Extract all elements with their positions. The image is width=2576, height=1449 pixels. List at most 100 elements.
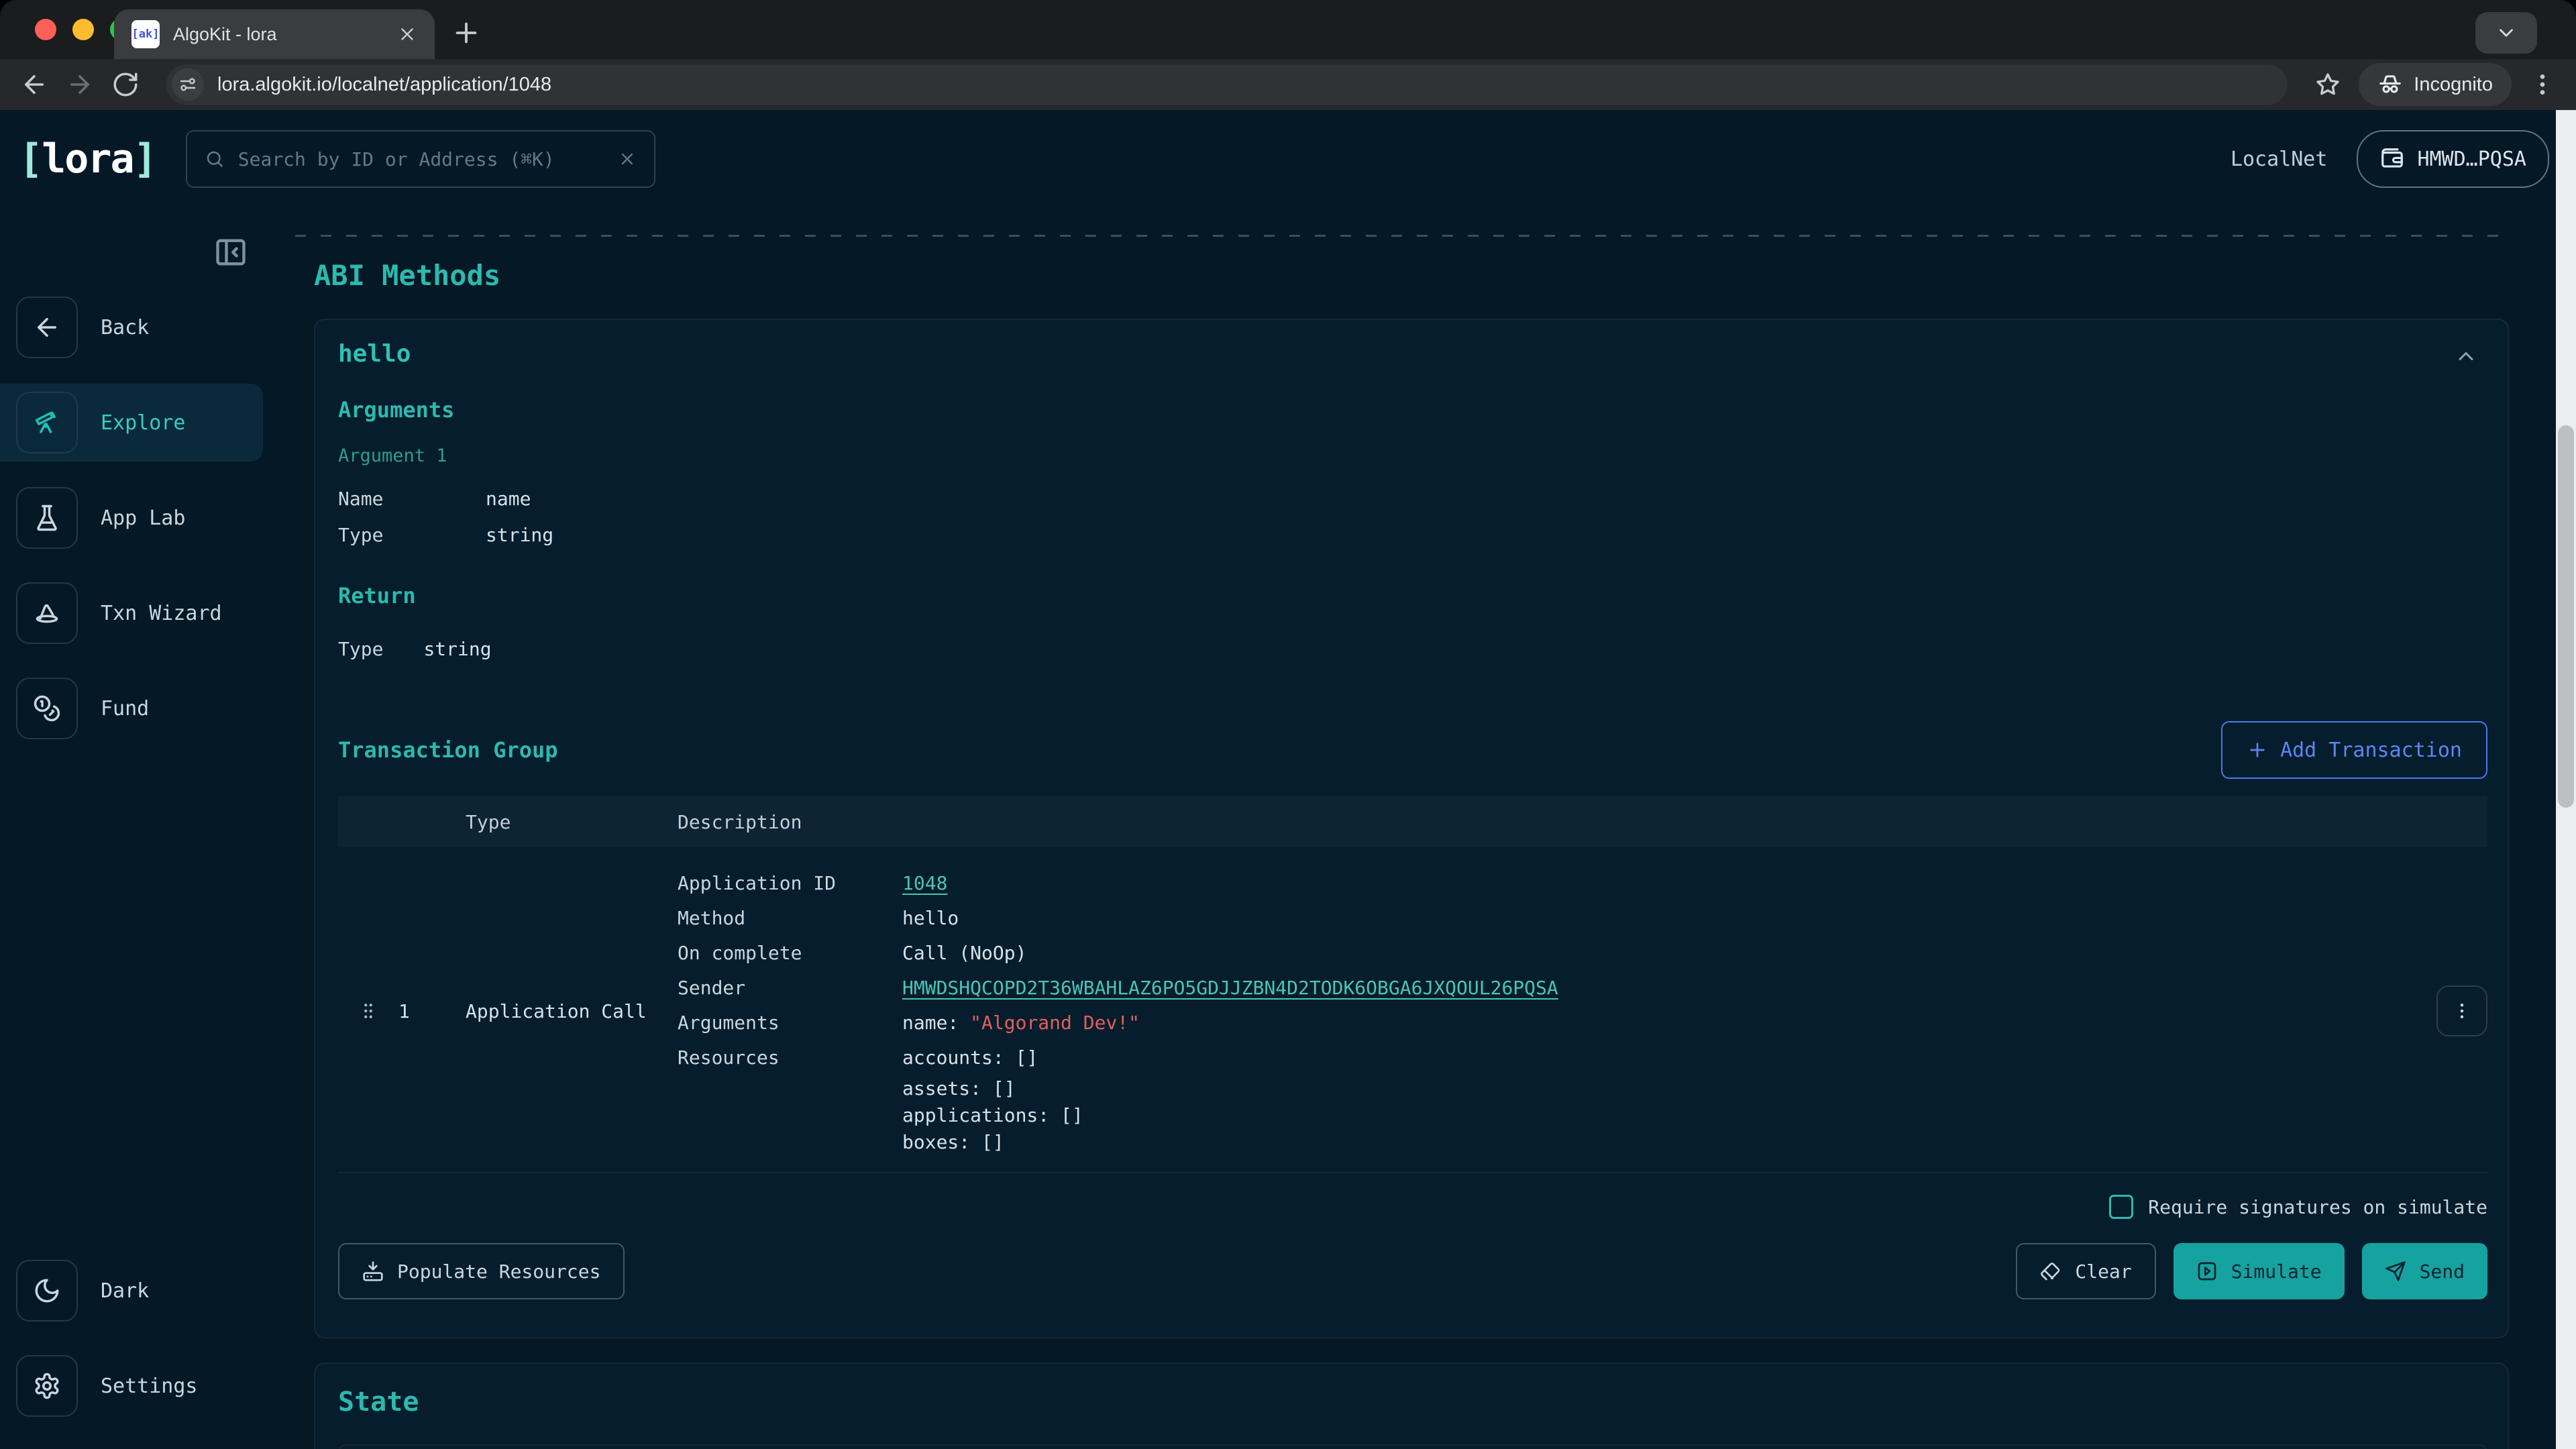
field-label: Resources (678, 1040, 902, 1075)
app-lab-icon-box (16, 487, 78, 549)
logo-text: lora (42, 136, 133, 182)
sidebar-item-fund[interactable]: Fund (0, 669, 263, 747)
clear-label: Clear (2075, 1260, 2131, 1283)
new-tab-button[interactable] (451, 17, 482, 48)
abi-method-card: hello Arguments Argument 1 Name name Typ… (314, 319, 2509, 1338)
telescope-icon (33, 409, 61, 437)
row-value: string (486, 517, 2487, 553)
field-label: Sender (678, 971, 902, 1006)
search-input[interactable] (237, 148, 606, 171)
tab-title: AlgoKit - lora (173, 24, 384, 45)
page-scrollbar[interactable] (2556, 110, 2576, 1449)
tab-global[interactable]: Global (339, 1446, 442, 1449)
network-label: LocalNet (2231, 148, 2328, 171)
site-settings-button[interactable] (172, 68, 204, 101)
method-value: hello (902, 901, 2407, 936)
collapse-sidebar-button[interactable] (213, 235, 248, 270)
incognito-icon (2377, 72, 2403, 97)
state-heading: State (338, 1387, 2487, 1417)
sidebar-item-explore[interactable]: Explore (0, 384, 263, 462)
type-column-header: Type (466, 811, 678, 833)
send-label: Send (2420, 1260, 2465, 1283)
sidebar-item-label: Fund (101, 697, 149, 720)
require-signatures-checkbox[interactable] (2109, 1195, 2133, 1219)
clear-button[interactable]: Clear (2016, 1243, 2155, 1299)
drag-handle-icon[interactable] (358, 1001, 378, 1021)
flask-icon (33, 504, 61, 532)
sidebar-item-theme-toggle[interactable]: Dark (0, 1252, 263, 1330)
address-bar[interactable]: lora.algokit.io/localnet/application/104… (166, 64, 2288, 105)
simulate-button[interactable]: Simulate (2174, 1243, 2345, 1299)
app-header: [lora] LocalNet HMWD…PQSA (0, 110, 2576, 208)
transaction-description: Application ID1048 Methodhello On comple… (678, 866, 2407, 1156)
wallet-icon (2379, 146, 2405, 172)
browser-menu-button[interactable] (2529, 71, 2556, 98)
sender-address-link[interactable]: HMWDSHQCOPD2T36WBAHLAZ6PO5GDJJZBN4D2TODK… (902, 977, 1558, 999)
browser-tab[interactable]: [ak] AlgoKit - lora (114, 9, 435, 59)
sidebar-item-txn-wizard[interactable]: Txn Wizard (0, 574, 263, 652)
tab-search-button[interactable] (2475, 12, 2537, 54)
argument-string-value: "Algorand Dev!" (970, 1012, 1140, 1034)
simulate-label: Simulate (2231, 1260, 2322, 1283)
tab-favicon: [ak] (131, 20, 160, 48)
lora-logo[interactable]: [lora] (19, 136, 156, 182)
state-panel: State Global Box (314, 1362, 2509, 1449)
download-tray-icon (362, 1260, 384, 1282)
sidebar-item-label: Back (101, 316, 149, 339)
sidebar-item-label: Dark (101, 1279, 149, 1303)
moon-icon (33, 1277, 61, 1305)
transaction-row-menu-button[interactable] (2436, 985, 2487, 1036)
populate-resources-button[interactable]: Populate Resources (338, 1243, 625, 1299)
field-label: Method (678, 901, 902, 936)
settings-icon-box (16, 1355, 78, 1417)
bookmark-star-icon[interactable] (2314, 71, 2341, 98)
minimize-window-button[interactable] (72, 19, 94, 40)
transaction-group-heading: Transaction Group (338, 737, 558, 763)
send-icon (2385, 1260, 2406, 1282)
fund-icon-box (16, 678, 78, 739)
back-button[interactable] (20, 70, 48, 99)
argument-name-row: Name name (338, 481, 2487, 517)
eraser-icon (2040, 1260, 2061, 1282)
add-transaction-button[interactable]: Add Transaction (2221, 721, 2487, 779)
lora-app: [lora] LocalNet HMWD…PQSA Back (0, 110, 2576, 1449)
wallet-address: HMWD…PQSA (2417, 148, 2526, 171)
search-icon (205, 149, 225, 169)
require-signatures-label: Require signatures on simulate (2148, 1196, 2487, 1218)
sidebar-item-back[interactable]: Back (0, 288, 263, 366)
sidebar-item-label: Settings (101, 1375, 198, 1398)
application-id-link[interactable]: 1048 (902, 872, 947, 894)
send-button[interactable]: Send (2362, 1243, 2487, 1299)
wallet-button[interactable]: HMWD…PQSA (2357, 130, 2549, 188)
return-type-row: Typestring (338, 631, 2487, 667)
row-label: Type (338, 517, 486, 553)
sidebar-item-app-lab[interactable]: App Lab (0, 479, 263, 557)
sidebar-item-settings[interactable]: Settings (0, 1347, 263, 1425)
url-text: lora.algokit.io/localnet/application/104… (217, 74, 551, 96)
argument-1-label: Argument 1 (338, 445, 2487, 466)
sidebar: Back Explore App Lab Txn Wizard (0, 208, 263, 1449)
clear-search-icon[interactable] (618, 150, 637, 168)
reload-button[interactable] (111, 70, 140, 99)
main-content: ABI Methods hello Arguments Argument 1 N… (263, 208, 2576, 1449)
field-label: Arguments (678, 1006, 902, 1040)
explore-icon-box (16, 392, 78, 453)
collapse-method-chevron-up-icon[interactable] (2454, 344, 2478, 368)
global-search[interactable] (186, 130, 655, 188)
tab-strip: [ak] AlgoKit - lora (0, 0, 2576, 59)
row-value: name (486, 481, 2487, 517)
populate-resources-label: Populate Resources (397, 1260, 600, 1283)
tab-box[interactable]: Box (442, 1446, 511, 1449)
coins-icon (33, 694, 61, 722)
incognito-badge: Incognito (2359, 63, 2512, 106)
forward-button[interactable] (66, 70, 94, 99)
scrollbar-thumb[interactable] (2558, 425, 2574, 808)
transaction-type: Application Call (466, 1000, 678, 1022)
plus-icon (2247, 739, 2268, 761)
square-play-icon (2196, 1260, 2218, 1282)
tab-close-icon[interactable] (397, 24, 417, 44)
close-window-button[interactable] (35, 19, 56, 40)
tune-icon (178, 74, 198, 95)
gear-icon (33, 1372, 61, 1400)
transaction-row: 1 Application Call Application ID1048 Me… (338, 847, 2487, 1173)
